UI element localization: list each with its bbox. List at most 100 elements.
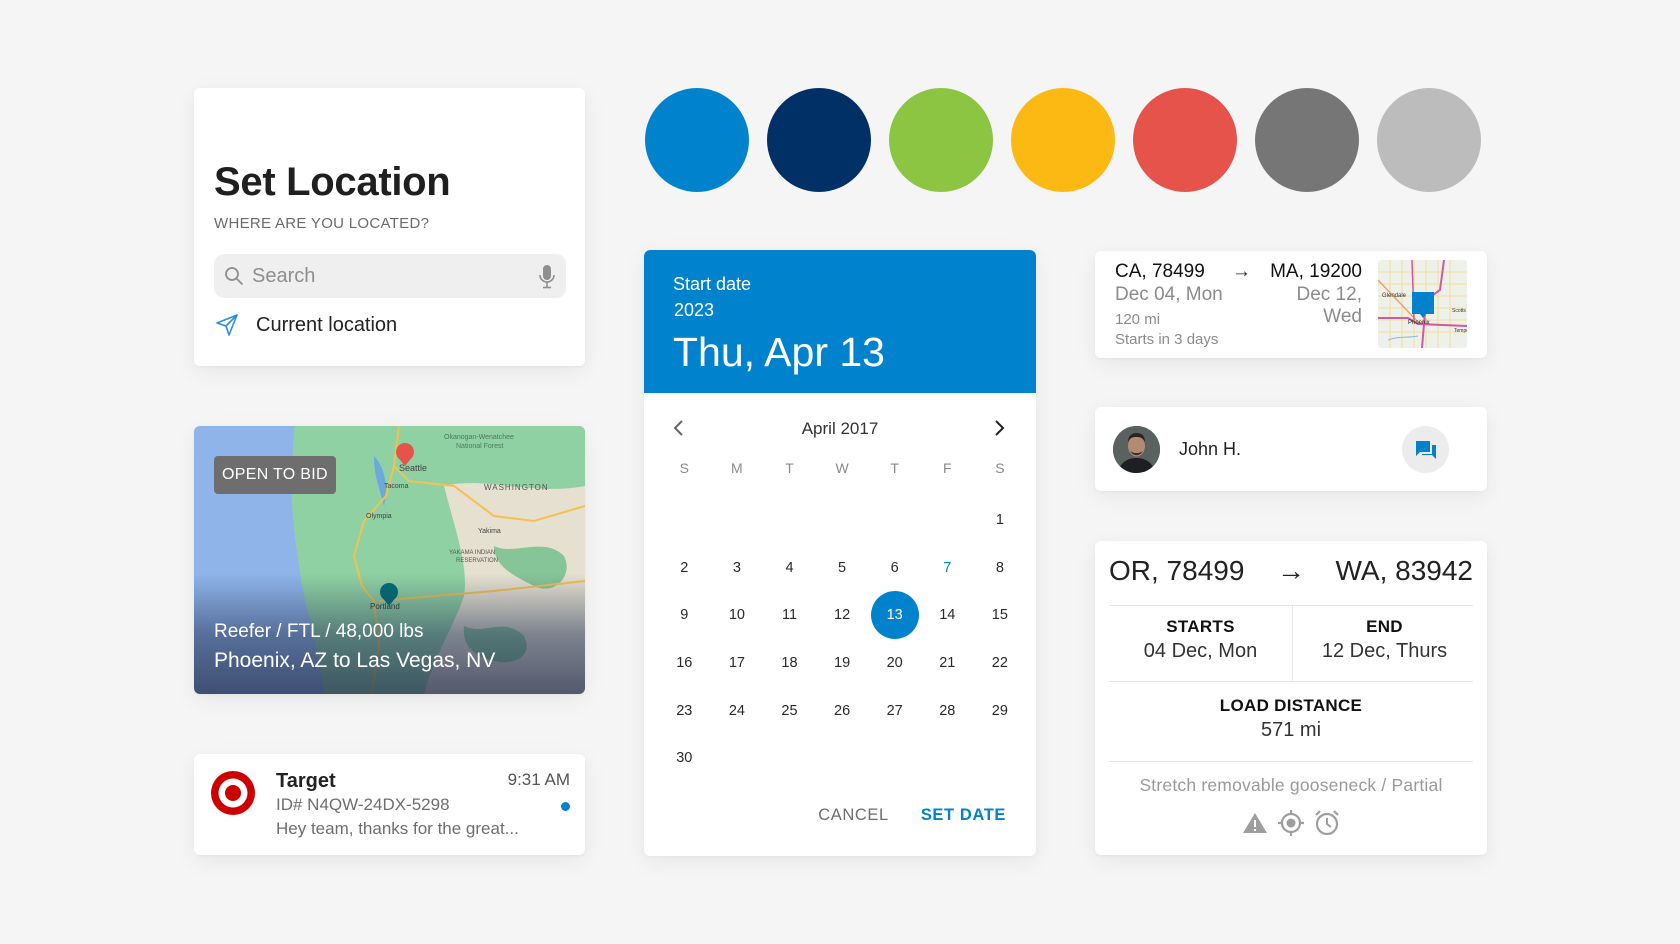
- calendar-day[interactable]: 27: [868, 687, 921, 735]
- starts-value: 04 Dec, Mon: [1143, 640, 1258, 662]
- swatch-primary-blue: [645, 88, 749, 192]
- search-input[interactable]: [252, 254, 522, 298]
- svg-text:Scotts: Scotts: [1452, 308, 1466, 314]
- svg-text:Seattle: Seattle: [399, 463, 427, 473]
- calendar-day[interactable]: 11: [763, 591, 816, 639]
- equipment-type: Stretch removable gooseneck / Partial: [1139, 775, 1443, 795]
- calendar-day-number: 27: [886, 702, 903, 719]
- calendar-day-number: 16: [676, 654, 693, 671]
- weekday-header: SMTWTFS: [658, 460, 1026, 476]
- calendar-empty-cell: [658, 496, 711, 544]
- contact-name: John H.: [1179, 439, 1242, 459]
- end-column: END 12 Dec, Thurs: [1293, 617, 1476, 663]
- calendar-day[interactable]: 26: [816, 687, 869, 735]
- calendar-day[interactable]: 7: [921, 544, 974, 592]
- svg-text:Phoenix: Phoenix: [1408, 320, 1430, 326]
- calendar-day[interactable]: 14: [921, 591, 974, 639]
- calendar-day[interactable]: 15: [974, 591, 1027, 639]
- selected-year[interactable]: 2023: [674, 300, 714, 321]
- calendar-day[interactable]: 21: [921, 639, 974, 687]
- swatch-red: [1133, 88, 1237, 192]
- calendar-day-number: 10: [728, 607, 745, 624]
- destination-location: WA, 83942: [1335, 555, 1473, 586]
- target-logo-icon: [211, 771, 255, 815]
- calendar-day[interactable]: 24: [711, 687, 764, 735]
- microphone-icon[interactable]: [538, 264, 556, 290]
- warning-icon: [1243, 813, 1267, 833]
- svg-text:National Forest: National Forest: [456, 443, 504, 450]
- end-value: 12 Dec, Thurs: [1321, 640, 1448, 662]
- calendar-day[interactable]: 17: [711, 639, 764, 687]
- message-id: ID# N4QW-24DX-5298: [276, 795, 450, 814]
- calendar-day[interactable]: 18: [763, 639, 816, 687]
- calendar-day-number: 13: [870, 591, 919, 640]
- load-distance-label: LOAD DISTANCE: [1219, 696, 1363, 715]
- message-preview: Hey team, thanks for the great...: [276, 819, 519, 838]
- calendar-day[interactable]: 2: [658, 544, 711, 592]
- calendar-day[interactable]: 5: [816, 544, 869, 592]
- cancel-button[interactable]: CANCEL: [818, 806, 889, 825]
- sender-name: Target: [276, 770, 336, 792]
- message-time: 9:31 AM: [507, 770, 570, 789]
- calendar-day-number: 26: [834, 702, 851, 719]
- calendar-day[interactable]: 19: [816, 639, 869, 687]
- load-flags: [1095, 809, 1487, 837]
- calendar-day[interactable]: 16: [658, 639, 711, 687]
- swatch-light-gray: [1377, 88, 1481, 192]
- calendar-day[interactable]: 1: [974, 496, 1027, 544]
- avatar[interactable]: [1113, 426, 1160, 473]
- svg-text:WASHINGTON: WASHINGTON: [484, 483, 549, 492]
- calendar-day[interactable]: 12: [816, 591, 869, 639]
- contact-card: John H.: [1095, 407, 1487, 491]
- calendar-day-number: 11: [781, 607, 798, 624]
- current-location-label: Current location: [256, 313, 398, 336]
- calendar-day-number: 25: [781, 702, 798, 719]
- navigation-arrow-icon: [216, 314, 238, 336]
- svg-text:Okanogan-Wenatchee: Okanogan-Wenatchee: [444, 434, 514, 441]
- origin-location: CA, 78499: [1115, 261, 1205, 282]
- selected-date-display: Thu, Apr 13: [673, 329, 885, 375]
- month-navigation: April 2017: [644, 413, 1036, 443]
- calendar-day-number: 9: [680, 607, 689, 624]
- destination-location: MA, 19200: [1270, 261, 1362, 282]
- svg-text:Tacoma: Tacoma: [384, 483, 409, 490]
- calendar-day[interactable]: 9: [658, 591, 711, 639]
- color-palette: [645, 88, 1485, 192]
- search-bar[interactable]: [214, 254, 566, 298]
- calendar-day-selected[interactable]: 13: [868, 591, 921, 640]
- calendar-empty-cell: [816, 496, 869, 544]
- calendar-day[interactable]: 4: [763, 544, 816, 592]
- chevron-right-icon[interactable]: [988, 417, 1010, 439]
- calendar-day[interactable]: 10: [711, 591, 764, 639]
- calendar-day-number: 5: [838, 559, 847, 576]
- weekday-label: F: [942, 460, 952, 476]
- date-picker-header: Start date 2023 Thu, Apr 13: [644, 250, 1036, 393]
- message-list-item[interactable]: Target 9:31 AM ID# N4QW-24DX-5298 Hey te…: [194, 754, 585, 855]
- load-map-card[interactable]: Seattle Tacoma Olympia WASHINGTON Yakima…: [194, 426, 585, 694]
- set-date-button[interactable]: SET DATE: [921, 806, 1006, 825]
- calendar-day[interactable]: 20: [868, 639, 921, 687]
- dialog-actions: CANCEL SET DATE: [818, 806, 1006, 825]
- open-to-bid-badge: OPEN TO BID: [214, 456, 336, 494]
- svg-text:Glendale: Glendale: [1382, 293, 1407, 299]
- calendar-day[interactable]: 28: [921, 687, 974, 735]
- chat-bubbles-icon: [1415, 440, 1436, 459]
- load-detail-card: OR, 78499 → WA, 83942 STARTS 04 Dec, Mon…: [1095, 541, 1487, 855]
- starts-in-text: Starts in 3 days: [1115, 331, 1219, 348]
- map-thumbnail[interactable]: Glendale Phoenix Scotts Tempe: [1378, 260, 1467, 348]
- calendar-day[interactable]: 6: [868, 544, 921, 592]
- calendar-empty-cell: [868, 496, 921, 544]
- calendar-day[interactable]: 29: [974, 687, 1027, 735]
- chat-button[interactable]: [1402, 426, 1449, 473]
- route-summary-card[interactable]: CA, 78499 → MA, 19200 Dec 04, Mon Dec 12…: [1095, 251, 1487, 358]
- divider: [1109, 761, 1473, 762]
- calendar-day[interactable]: 25: [763, 687, 816, 735]
- calendar-day[interactable]: 30: [658, 734, 711, 782]
- calendar-day[interactable]: 8: [974, 544, 1027, 592]
- calendar-day[interactable]: 22: [974, 639, 1027, 687]
- current-location-button[interactable]: Current location: [214, 310, 397, 340]
- calendar-day[interactable]: 23: [658, 687, 711, 735]
- weekday-label: M: [731, 460, 743, 476]
- unread-indicator: [561, 802, 570, 811]
- calendar-day[interactable]: 3: [711, 544, 764, 592]
